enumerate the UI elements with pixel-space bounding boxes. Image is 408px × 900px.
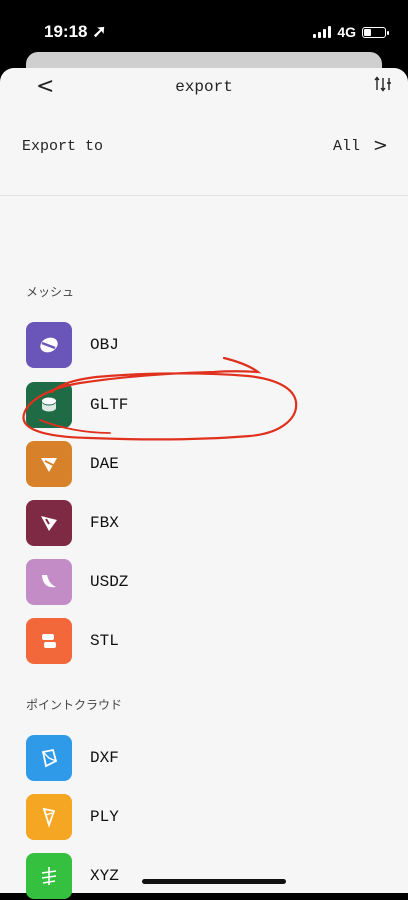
dae-icon [26,441,72,487]
fbx-icon [26,500,72,546]
section-point-cloud: ポイントクラウド [26,698,123,712]
dxf-icon [26,735,72,781]
format-label: GLTF [90,396,129,414]
format-dxf[interactable]: DXF [26,734,386,782]
format-gltf[interactable]: GLTF [26,381,386,429]
sort-icon[interactable] [374,76,392,96]
status-time: 19:18 ➚ [44,22,107,41]
gltf-icon [26,382,72,428]
nav-bar: < export [0,68,408,112]
format-label: DXF [90,749,119,767]
format-label: USDZ [90,573,129,591]
format-label: FBX [90,514,119,532]
ply-icon [26,794,72,840]
format-obj[interactable]: OBJ [26,321,386,369]
format-label: PLY [90,808,119,826]
stl-icon [26,618,72,664]
format-label: DAE [90,455,119,473]
network-label: 4G [337,24,356,40]
format-ply[interactable]: PLY [26,793,386,841]
format-label: OBJ [90,336,119,354]
battery-icon [362,26,389,38]
status-indicators: 4G [313,24,389,40]
section-mesh: メッシュ [26,285,75,299]
export-to-row[interactable]: Export to All > [0,130,408,170]
format-dae[interactable]: DAE [26,440,386,488]
format-fbx[interactable]: FBX [26,499,386,547]
chevron-right-icon: > [372,135,388,156]
obj-icon [26,322,72,368]
divider [0,195,408,196]
signal-icon [313,26,332,38]
page-title: export [175,78,233,96]
xyz-icon [26,853,72,899]
export-to-label: Export to [22,138,104,155]
usdz-icon [26,559,72,605]
format-label: STL [90,632,119,650]
home-indicator [142,879,286,884]
format-usdz[interactable]: USDZ [26,558,386,606]
format-label: XYZ [90,867,119,885]
format-stl[interactable]: STL [26,617,386,665]
export-to-value: All [332,138,360,155]
